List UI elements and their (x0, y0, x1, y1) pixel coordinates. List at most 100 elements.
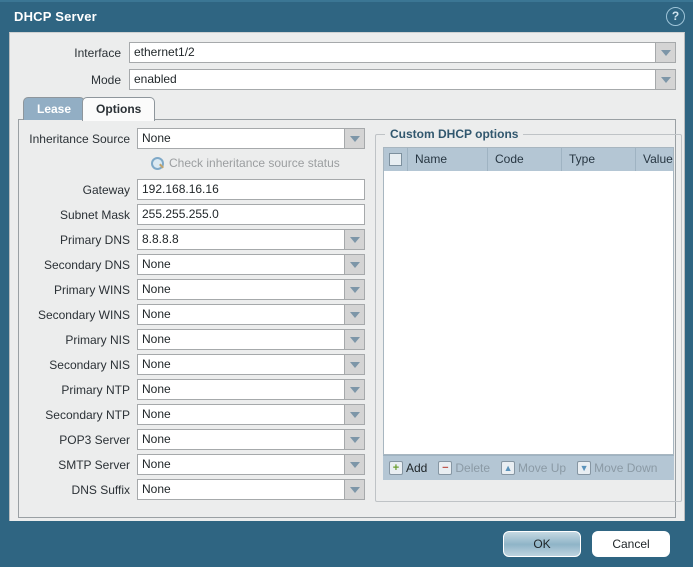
delete-label: Delete (455, 461, 490, 475)
dns-suffix-input[interactable]: None (137, 479, 344, 500)
secondary-wins-input[interactable]: None (137, 304, 344, 325)
gateway-control[interactable]: 192.168.16.16 (137, 179, 365, 200)
mode-input[interactable]: enabled (129, 69, 655, 90)
primary-nis-dropdown-button[interactable] (344, 329, 365, 350)
secondary-ntp-input[interactable]: None (137, 404, 344, 425)
secondary-dns-control[interactable]: None (137, 254, 365, 275)
primary-nis-input[interactable]: None (137, 329, 344, 350)
primary-ntp-input[interactable]: None (137, 379, 344, 400)
chevron-down-icon (350, 337, 360, 343)
primary-ntp-dropdown-button[interactable] (344, 379, 365, 400)
field-row-primary-nis: Primary NISNone (25, 329, 365, 350)
interface-label: Interface (18, 46, 129, 60)
minus-icon: − (438, 461, 452, 475)
chevron-down-icon (350, 136, 360, 142)
pop3-server-control[interactable]: None (137, 429, 365, 450)
dialog-body: Interface ethernet1/2 Mode enabled Lease… (9, 32, 685, 521)
secondary-wins-control[interactable]: None (137, 304, 365, 325)
secondary-wins-label: Secondary WINS (25, 308, 137, 322)
chevron-down-icon (350, 462, 360, 468)
field-row-secondary-ntp: Secondary NTPNone (25, 404, 365, 425)
dialog-title: DHCP Server (14, 9, 97, 24)
field-row-primary-dns: Primary DNS8.8.8.8 (25, 229, 365, 250)
primary-nis-control[interactable]: None (137, 329, 365, 350)
help-circle-icon[interactable]: ? (666, 7, 685, 26)
secondary-dns-input[interactable]: None (137, 254, 344, 275)
tab-lease[interactable]: Lease (23, 97, 85, 120)
subnet-mask-control[interactable]: 255.255.255.0 (137, 204, 365, 225)
column-header-code[interactable]: Code (488, 148, 562, 171)
interface-input[interactable]: ethernet1/2 (129, 42, 655, 63)
secondary-dns-dropdown-button[interactable] (344, 254, 365, 275)
column-header-name[interactable]: Name (408, 148, 488, 171)
field-row-inheritance-source: Inheritance Source None (25, 128, 365, 149)
mode-dropdown-button[interactable] (655, 69, 676, 90)
inheritance-source-input[interactable]: None (137, 128, 344, 149)
smtp-server-dropdown-button[interactable] (344, 454, 365, 475)
inheritance-source-label: Inheritance Source (25, 132, 137, 146)
primary-ntp-control[interactable]: None (137, 379, 365, 400)
custom-options-table: Name Code Type Value (383, 147, 674, 455)
chevron-down-icon (350, 487, 360, 493)
pop3-server-label: POP3 Server (25, 433, 137, 447)
field-row-primary-ntp: Primary NTPNone (25, 379, 365, 400)
secondary-ntp-control[interactable]: None (137, 404, 365, 425)
ok-button[interactable]: OK (503, 531, 581, 557)
field-row-subnet-mask: Subnet Mask255.255.255.0 (25, 204, 365, 225)
subnet-mask-input[interactable]: 255.255.255.0 (137, 204, 365, 225)
field-row-secondary-dns: Secondary DNSNone (25, 254, 365, 275)
chevron-down-icon (350, 437, 360, 443)
smtp-server-control[interactable]: None (137, 454, 365, 475)
secondary-nis-control[interactable]: None (137, 354, 365, 375)
primary-ntp-label: Primary NTP (25, 383, 137, 397)
secondary-nis-input[interactable]: None (137, 354, 344, 375)
dns-suffix-control[interactable]: None (137, 479, 365, 500)
mode-label: Mode (18, 73, 129, 87)
secondary-ntp-dropdown-button[interactable] (344, 404, 365, 425)
check-inheritance-source-status-link[interactable]: Check inheritance source status (25, 153, 365, 173)
gateway-input[interactable]: 192.168.16.16 (137, 179, 365, 200)
pop3-server-input[interactable]: None (137, 429, 344, 450)
chevron-down-icon (350, 312, 360, 318)
dns-suffix-dropdown-button[interactable] (344, 479, 365, 500)
chevron-down-icon (350, 237, 360, 243)
tabstrip: Lease Options (18, 97, 676, 120)
gateway-label: Gateway (25, 183, 137, 197)
pop3-server-dropdown-button[interactable] (344, 429, 365, 450)
move-up-label: Move Up (518, 461, 566, 475)
add-button[interactable]: +Add (389, 461, 427, 475)
primary-wins-control[interactable]: None (137, 279, 365, 300)
secondary-dns-label: Secondary DNS (25, 258, 137, 272)
interface-dropdown-button[interactable] (655, 42, 676, 63)
secondary-nis-dropdown-button[interactable] (344, 354, 365, 375)
custom-dhcp-options-section: Custom DHCP options Name Code Type Value (375, 128, 682, 511)
tab-options[interactable]: Options (82, 97, 155, 121)
dhcp-server-dialog: DHCP Server ? Interface ethernet1/2 Mode… (0, 0, 693, 567)
chevron-down-icon (350, 287, 360, 293)
cancel-button[interactable]: Cancel (592, 531, 670, 557)
primary-wins-input[interactable]: None (137, 279, 344, 300)
select-all-header-cell[interactable] (384, 148, 408, 171)
primary-wins-label: Primary WINS (25, 283, 137, 297)
arrow-down-icon: ▼ (577, 461, 591, 475)
custom-dhcp-options-fieldset: Custom DHCP options Name Code Type Value (375, 134, 682, 502)
inheritance-source-control[interactable]: None (137, 128, 365, 149)
primary-dns-control[interactable]: 8.8.8.8 (137, 229, 365, 250)
primary-wins-dropdown-button[interactable] (344, 279, 365, 300)
mode-control[interactable]: enabled (129, 69, 676, 90)
field-row-gateway: Gateway192.168.16.16 (25, 179, 365, 200)
interface-control[interactable]: ethernet1/2 (129, 42, 676, 63)
secondary-wins-dropdown-button[interactable] (344, 304, 365, 325)
column-header-type[interactable]: Type (562, 148, 636, 171)
column-header-value[interactable]: Value (636, 148, 673, 171)
primary-dns-dropdown-button[interactable] (344, 229, 365, 250)
inheritance-source-dropdown-button[interactable] (344, 128, 365, 149)
plus-icon: + (389, 461, 403, 475)
select-all-checkbox[interactable] (389, 153, 402, 166)
smtp-server-input[interactable]: None (137, 454, 344, 475)
field-row-mode: Mode enabled (18, 69, 676, 90)
primary-dns-label: Primary DNS (25, 233, 137, 247)
delete-button: −Delete (438, 461, 490, 475)
table-header-row: Name Code Type Value (384, 148, 673, 171)
primary-dns-input[interactable]: 8.8.8.8 (137, 229, 344, 250)
